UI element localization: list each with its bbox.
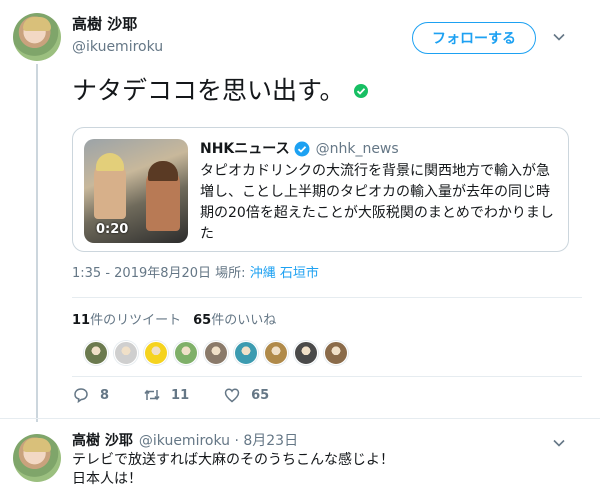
divider [0, 418, 600, 419]
chevron-down-icon[interactable] [552, 436, 566, 450]
liker-avatar[interactable] [294, 341, 318, 365]
like-button[interactable]: 65 [223, 386, 269, 404]
retweet-button[interactable]: 11 [143, 386, 189, 404]
reply-icon [74, 388, 88, 404]
reply-header: 高樹 沙耶 @ikuemiroku · 8月23日 [72, 432, 298, 450]
liker-avatar[interactable] [84, 341, 108, 365]
divider [72, 297, 582, 298]
quoted-tweet[interactable]: 0:20 NHKニュース @nhk_news タピオカドリンクの大流行を背景に関… [72, 127, 569, 252]
place-link[interactable]: 沖縄 石垣市 [250, 266, 319, 281]
display-name[interactable]: 高樹 沙耶 [72, 14, 163, 34]
video-duration: 0:20 [96, 222, 129, 237]
reply-text: テレビで放送すれば大麻のそのうちこんな感じよ！ 日本人は！ [72, 451, 394, 489]
liker-avatar[interactable] [144, 341, 168, 365]
retweet-icon [144, 389, 160, 401]
likes-stat[interactable]: 65件のいいね [193, 312, 276, 330]
thumbnail-figure [96, 153, 124, 171]
engagement-stats: 11件のリツイート 65件のいいね [72, 312, 276, 330]
video-thumbnail[interactable]: 0:20 [84, 139, 188, 243]
reply-count: 8 [100, 387, 110, 403]
liker-avatar[interactable] [264, 341, 288, 365]
quote-header: NHKニュース @nhk_news [200, 139, 399, 159]
retweets-stat[interactable]: 11件のリツイート [72, 312, 181, 330]
liker-avatar[interactable] [204, 341, 228, 365]
check-mark-icon [353, 84, 368, 98]
likers-list [84, 341, 348, 365]
quote-body: タピオカドリンクの大流行を背景に関西地方で輸入が急増し、ことし上半期のタピオカの… [200, 163, 554, 242]
reply-display-name[interactable]: 高樹 沙耶 [72, 433, 133, 449]
reply-handle-date[interactable]: @ikuemiroku · 8月23日 [139, 433, 298, 449]
thread-line [36, 64, 38, 422]
tweet-text: ナタデココを思い出す。 [72, 74, 369, 108]
reply-button[interactable]: 8 [72, 386, 109, 404]
thumbnail-figure [148, 161, 178, 181]
reply-line: 日本人は！ [72, 471, 142, 487]
follow-button[interactable]: フォローする [412, 22, 536, 54]
reply-avatar[interactable] [13, 434, 61, 482]
handle[interactable]: @ikuemiroku [72, 37, 163, 57]
liker-avatar[interactable] [114, 341, 138, 365]
action-bar: 8 11 65 [72, 386, 303, 404]
author-block: 高樹 沙耶 @ikuemiroku [72, 14, 163, 57]
tweet-meta: 1:35 - 2019年8月20日 場所: 沖縄 石垣市 [72, 265, 319, 283]
like-count: 65 [251, 387, 270, 403]
liker-avatar[interactable] [324, 341, 348, 365]
liker-avatar[interactable] [234, 341, 258, 365]
timestamp[interactable]: 1:35 - 2019年8月20日 場所: [72, 266, 250, 281]
chevron-down-icon[interactable] [552, 30, 566, 44]
quote-name[interactable]: NHKニュース [200, 139, 290, 159]
reply-line: テレビで放送すれば大麻のそのうちこんな感じよ！ [72, 452, 394, 468]
avatar[interactable] [13, 13, 61, 61]
quote-handle[interactable]: @nhk_news [316, 139, 399, 159]
liker-avatar[interactable] [174, 341, 198, 365]
verified-badge-icon [294, 141, 310, 157]
tweet-body: ナタデココを思い出す。 [72, 76, 345, 105]
heart-icon [224, 388, 240, 403]
retweet-count: 11 [171, 387, 190, 403]
divider [72, 376, 582, 377]
